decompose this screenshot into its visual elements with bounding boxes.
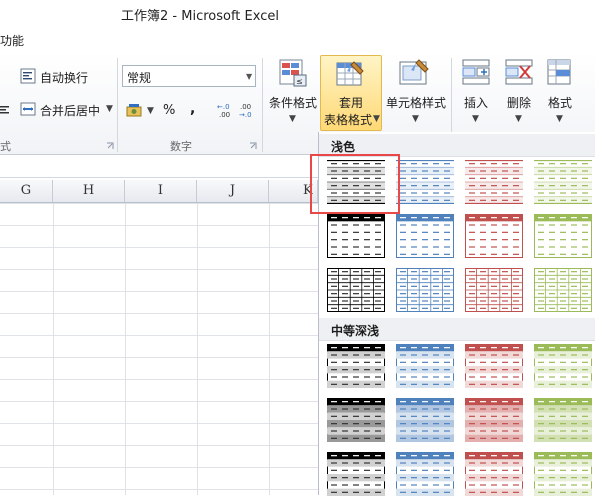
cell-styles-icon bbox=[399, 59, 429, 85]
table-style-swatch[interactable] bbox=[396, 160, 454, 204]
table-style-swatch[interactable] bbox=[396, 398, 454, 442]
table-style-swatch[interactable] bbox=[534, 452, 592, 496]
percent-button[interactable]: % bbox=[163, 103, 175, 118]
format-as-table-label-2: 表格格式 bbox=[323, 113, 372, 127]
comma-button[interactable]: , bbox=[190, 101, 195, 117]
cell-styles-label: 单元格样式 bbox=[385, 96, 446, 110]
chevron-down-icon: ▼ bbox=[106, 104, 113, 114]
column-headers: G H I J K bbox=[0, 180, 318, 203]
accounting-format-button[interactable]: ▼ bbox=[126, 103, 154, 122]
table-style-swatch[interactable] bbox=[396, 214, 454, 258]
table-style-swatch[interactable] bbox=[534, 214, 592, 258]
conditional-format-label: 条件格式 bbox=[268, 96, 317, 110]
decrease-decimal-button[interactable]: .00 →.0 bbox=[238, 101, 258, 122]
chevron-down-icon: ▼ bbox=[556, 114, 563, 124]
column-header[interactable]: J bbox=[197, 180, 269, 202]
chevron-down-icon: ▼ bbox=[147, 106, 154, 116]
number-format-value: 常规 bbox=[127, 71, 152, 85]
ribbon-tab-partial[interactable]: 功能 bbox=[0, 32, 24, 49]
table-style-swatch[interactable] bbox=[327, 268, 385, 312]
group-separator bbox=[262, 58, 263, 152]
wrap-text-label: 自动换行 bbox=[40, 71, 89, 85]
wrap-text-icon bbox=[20, 68, 36, 84]
format-cells-icon bbox=[547, 59, 571, 85]
medium-styles bbox=[319, 342, 595, 496]
insert-button[interactable]: 插入 ▼ bbox=[456, 56, 496, 130]
table-style-swatch[interactable] bbox=[465, 160, 523, 204]
delete-cells-icon bbox=[505, 59, 533, 85]
medium-section-title: 中等深浅 bbox=[331, 324, 380, 338]
cell-styles-button[interactable]: 单元格样式 ▼ bbox=[384, 56, 448, 130]
table-style-swatch[interactable] bbox=[396, 452, 454, 496]
increase-decimal-icon: ←.0 .00 bbox=[217, 103, 230, 119]
dialog-launcher-icon[interactable] bbox=[106, 139, 114, 149]
conditional-format-button[interactable]: ≤ 条件格式 ▼ bbox=[266, 56, 320, 130]
light-section-title: 浅色 bbox=[331, 140, 356, 154]
table-style-swatch[interactable] bbox=[534, 268, 592, 312]
table-style-swatch[interactable] bbox=[534, 160, 592, 204]
ribbon-tab-row bbox=[0, 26, 595, 52]
chevron-down-icon: ▼ bbox=[472, 114, 479, 124]
chevron-down-icon: ▼ bbox=[412, 114, 419, 124]
table-style-swatch[interactable] bbox=[327, 214, 385, 258]
column-header[interactable]: G bbox=[0, 180, 53, 202]
table-style-swatch[interactable] bbox=[327, 452, 385, 496]
svg-text:→.0: →.0 bbox=[239, 111, 252, 119]
chevron-down-icon: ▼ bbox=[289, 114, 296, 124]
delete-button[interactable]: 删除 ▼ bbox=[499, 56, 539, 130]
table-style-swatch[interactable] bbox=[327, 344, 385, 388]
conditional-format-icon: ≤ bbox=[279, 59, 307, 87]
table-style-swatch[interactable] bbox=[396, 268, 454, 312]
increase-decimal-button[interactable]: ←.0 .00 bbox=[216, 101, 236, 122]
selection-highlight bbox=[310, 154, 400, 214]
window-title: 工作簿2 - Microsoft Excel bbox=[121, 9, 279, 24]
column-header[interactable]: H bbox=[53, 180, 125, 202]
insert-cells-icon bbox=[462, 59, 490, 85]
svg-text:.00: .00 bbox=[219, 111, 230, 119]
group-separator bbox=[117, 58, 118, 152]
table-style-swatch[interactable] bbox=[465, 398, 523, 442]
group-number-label: 数字 bbox=[170, 140, 192, 153]
currency-icon bbox=[126, 104, 142, 117]
table-style-swatch[interactable] bbox=[396, 344, 454, 388]
merge-center-icon bbox=[20, 102, 36, 116]
table-style-swatch[interactable] bbox=[465, 344, 523, 388]
table-style-swatch[interactable] bbox=[465, 214, 523, 258]
format-as-table-icon bbox=[336, 61, 364, 86]
dialog-launcher-icon[interactable] bbox=[249, 139, 257, 149]
chevron-down-icon: ▼ bbox=[515, 114, 522, 124]
insert-label: 插入 bbox=[463, 96, 488, 110]
column-header[interactable]: I bbox=[125, 180, 197, 202]
table-style-swatch[interactable] bbox=[465, 268, 523, 312]
format-button[interactable]: 格式 ▼ bbox=[540, 56, 580, 130]
table-style-swatch[interactable] bbox=[465, 452, 523, 496]
merge-center-label: 合并后居中 bbox=[40, 104, 101, 118]
table-style-swatch[interactable] bbox=[534, 398, 592, 442]
formula-bar[interactable] bbox=[0, 155, 318, 178]
align-left-icon[interactable] bbox=[0, 104, 10, 118]
worksheet-grid[interactable] bbox=[0, 203, 318, 495]
svg-text:.00: .00 bbox=[240, 103, 251, 111]
format-label: 格式 bbox=[547, 96, 572, 110]
chevron-down-icon: ▼ bbox=[373, 114, 380, 124]
svg-text:←.0: ←.0 bbox=[217, 103, 230, 111]
delete-label: 删除 bbox=[506, 96, 531, 110]
chevron-down-icon[interactable]: ▼ bbox=[246, 72, 252, 81]
table-style-swatch[interactable] bbox=[327, 398, 385, 442]
svg-text:≤: ≤ bbox=[296, 77, 303, 86]
decrease-decimal-icon: .00 →.0 bbox=[239, 103, 252, 119]
format-as-table-label-1: 套用 bbox=[338, 96, 363, 110]
group-alignment-label: 式 bbox=[0, 140, 11, 153]
table-style-swatch[interactable] bbox=[534, 344, 592, 388]
